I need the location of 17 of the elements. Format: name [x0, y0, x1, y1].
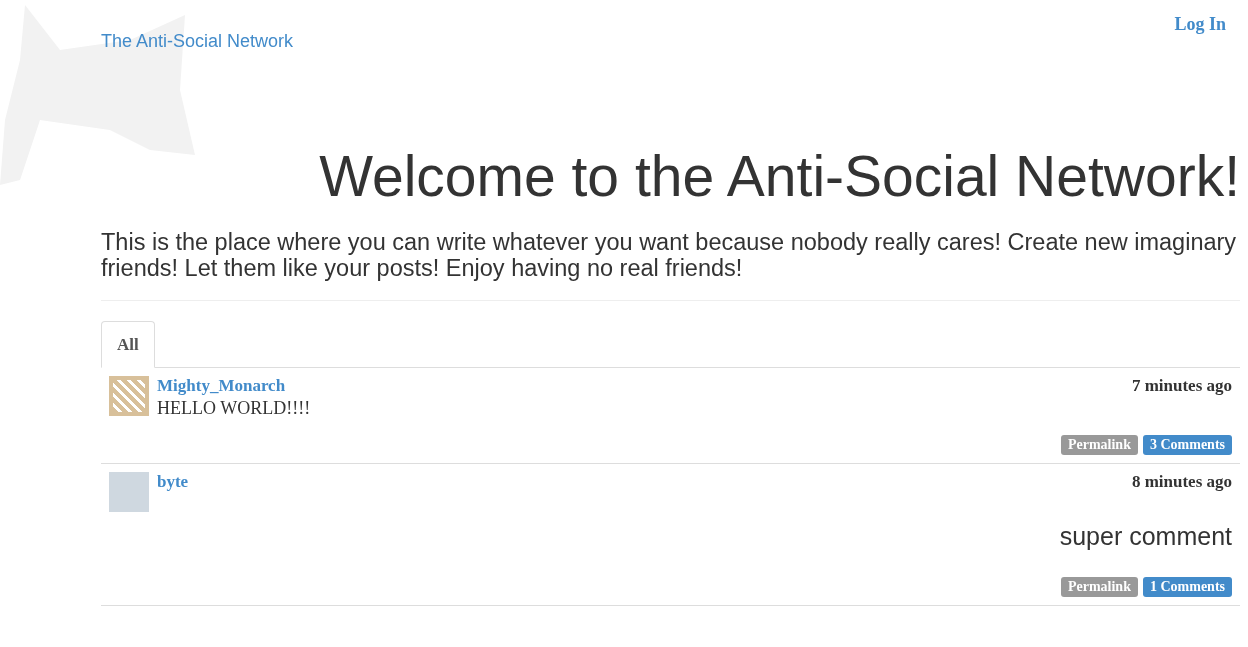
permalink-button[interactable]: Permalink — [1060, 577, 1138, 598]
author-link[interactable]: byte — [157, 472, 189, 493]
post-text: HELLO WORLD!!!! — [157, 398, 312, 420]
tab[interactable]: All — [101, 321, 155, 369]
login-link[interactable]: Log In — [1174, 14, 1226, 35]
comments-button[interactable]: 1 Comments — [1142, 577, 1232, 598]
hero-lead-text: This is the place where you can write whatever you want because nobody really cares! Create new imaginary friends! Let them like your posts! Enjoy having no real friends! — [101, 230, 1238, 283]
permalink-button[interactable]: Permalink — [1060, 435, 1138, 456]
post-time: 8 minutes ago — [1131, 472, 1232, 493]
author-link[interactable]: Mighty_Monarch — [157, 376, 286, 397]
post-time: 7 minutes ago — [1131, 376, 1232, 397]
comments-button[interactable]: 3 Comments — [1142, 435, 1232, 456]
avatar-icon — [109, 376, 149, 417]
post-text: super comment — [1058, 522, 1232, 552]
hero-heading: Welcome to the Anti-Social Network! — [318, 143, 1240, 210]
photo-placeholder — [109, 472, 149, 513]
site-title-link[interactable]: The Anti-Social Network — [101, 31, 294, 52]
